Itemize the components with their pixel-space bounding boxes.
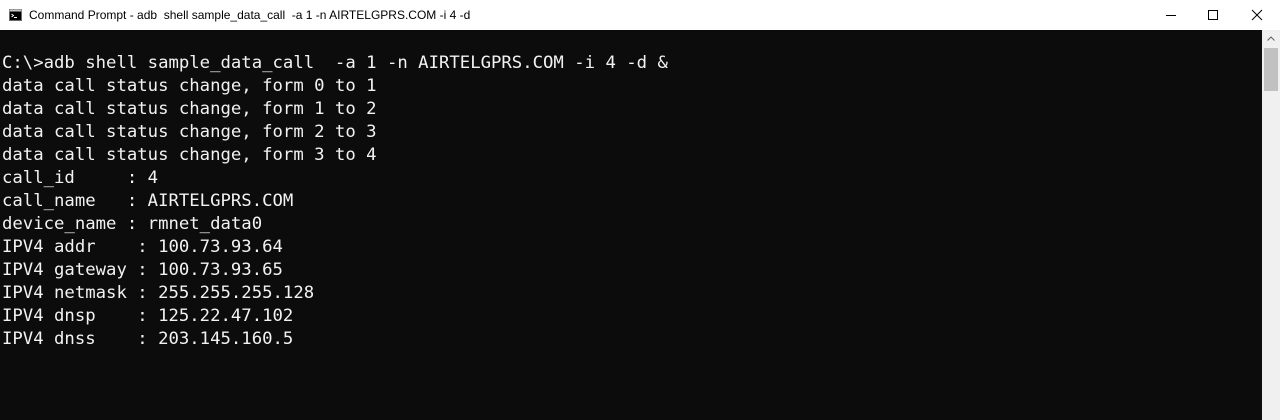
command-line: C:\>adb shell sample_data_call -a 1 -n A… [2,53,668,73]
minimize-icon [1166,15,1176,16]
vertical-scrollbar[interactable] [1262,30,1280,420]
ipv4-addr-line: IPV4 addr : 100.73.93.64 [2,237,283,257]
status-change-line: data call status change, form 2 to 3 [2,122,377,142]
ipv4-dnsp-line: IPV4 dnsp : 125.22.47.102 [2,306,294,326]
status-change-line: data call status change, form 0 to 1 [2,76,377,96]
minimize-button[interactable] [1148,0,1194,30]
close-icon [1251,9,1263,21]
device-name-line: device_name : rmnet_data0 [2,214,263,234]
scroll-up-arrow-icon [1267,36,1275,41]
close-button[interactable] [1234,0,1280,30]
status-change-line: data call status change, form 3 to 4 [2,145,377,165]
ipv4-netmask-line: IPV4 netmask : 255.255.255.128 [2,283,315,303]
title-bar[interactable]: Command Prompt - adb shell sample_data_c… [0,0,1280,30]
call-name-line: call_name : AIRTELGPRS.COM [2,191,294,211]
window-title: Command Prompt - adb shell sample_data_c… [29,8,471,22]
ipv4-dnss-line: IPV4 dnss : 203.145.160.5 [2,329,294,349]
maximize-icon [1208,10,1218,20]
console-output[interactable]: C:\>adb shell sample_data_call -a 1 -n A… [0,30,1262,420]
scroll-up-button[interactable] [1262,30,1280,47]
cmd-icon[interactable] [9,8,22,21]
call-id-line: call_id : 4 [2,168,159,188]
maximize-button[interactable] [1190,0,1236,30]
command-prompt-window: Command Prompt - adb shell sample_data_c… [0,0,1280,420]
ipv4-gateway-line: IPV4 gateway : 100.73.93.65 [2,260,283,280]
scrollbar-thumb[interactable] [1264,48,1278,91]
status-change-line: data call status change, form 1 to 2 [2,99,377,119]
